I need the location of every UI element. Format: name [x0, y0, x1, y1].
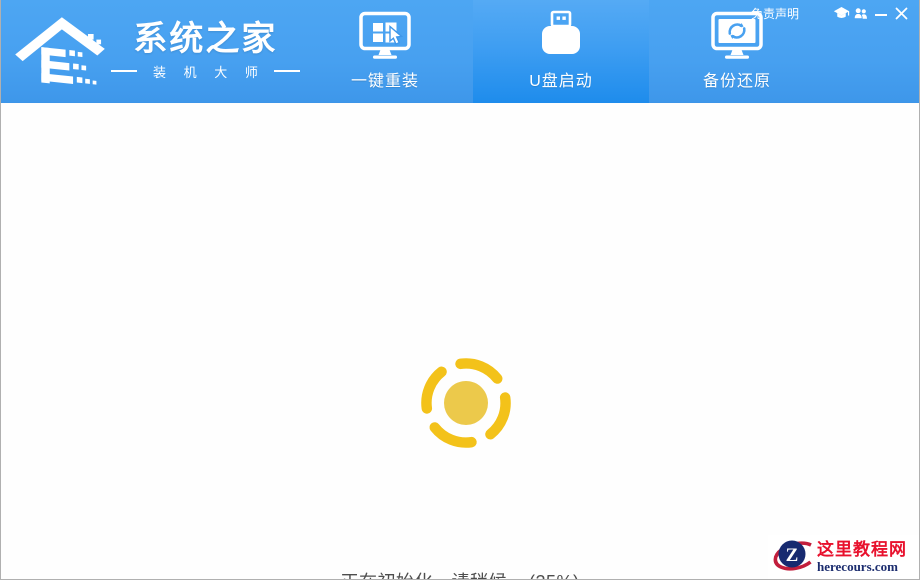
- site-logo-letter: Z: [786, 545, 799, 566]
- brand-title: 系统之家: [133, 20, 277, 59]
- users-icon[interactable]: [851, 4, 871, 22]
- tab-usb-boot[interactable]: U盘启动: [473, 0, 649, 103]
- monitor-windows-icon: [356, 9, 414, 62]
- main-tabs: 一键重装 U盘启动: [297, 0, 825, 103]
- watermark-site-url: herecours.com: [817, 560, 907, 574]
- disclaimer-link[interactable]: 免责声明: [751, 5, 799, 22]
- app-window: 系统之家 装 机 大 师: [0, 0, 920, 580]
- loading-spinner-icon: [411, 348, 521, 458]
- site-logo-icon: Z: [769, 534, 815, 580]
- tab-label: U盘启动: [529, 67, 593, 91]
- house-logo-icon: [13, 6, 107, 95]
- tab-one-key-reinstall[interactable]: 一键重装: [297, 0, 473, 103]
- tab-label: 一键重装: [351, 67, 419, 91]
- app-logo: 系统之家 装 机 大 师: [13, 6, 300, 95]
- graduation-cap-icon[interactable]: [831, 4, 851, 22]
- watermark-site-name: 这里教程网: [817, 541, 907, 559]
- titlebar-controls: 免责声明: [751, 4, 911, 22]
- usb-drive-icon: [538, 9, 584, 62]
- header: 系统之家 装 机 大 师: [1, 0, 919, 103]
- tab-label: 备份还原: [703, 67, 771, 91]
- watermark-badge: Z 这里教程网 herecours.com: [768, 535, 919, 579]
- brand-subtitle: 装 机 大 师: [111, 62, 300, 81]
- content-area: 正在初始化，请稍候... (25%) Z 这里教程网 herecours.com: [1, 104, 919, 579]
- close-icon[interactable]: [891, 4, 911, 22]
- subtitle-dash-right: [274, 70, 300, 72]
- minimize-icon[interactable]: [871, 4, 891, 22]
- subtitle-dash-left: [111, 70, 137, 72]
